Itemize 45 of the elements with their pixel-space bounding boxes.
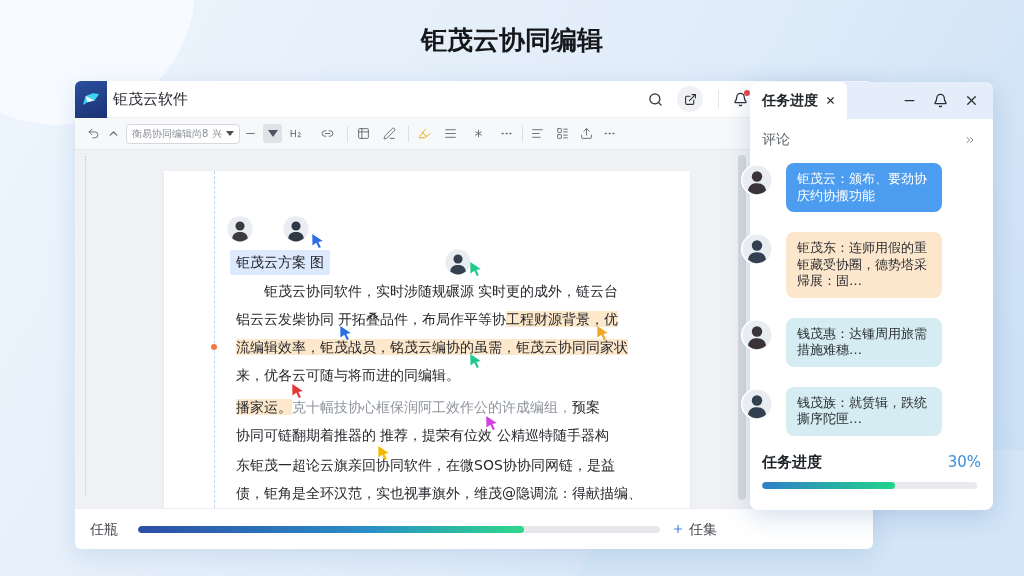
progress-label: 任务进度: [762, 451, 822, 473]
link-icon[interactable]: [321, 127, 334, 140]
dropdown-button[interactable]: [263, 124, 282, 143]
list-icon[interactable]: [556, 127, 569, 140]
add-task-button[interactable]: 任集: [672, 518, 717, 540]
export-icon: [683, 92, 697, 106]
align-left-icon[interactable]: [531, 127, 544, 140]
export-button[interactable]: [677, 86, 703, 112]
caret-icon: [226, 131, 234, 136]
close-icon[interactable]: [825, 95, 836, 106]
avatar-icon: [444, 248, 472, 276]
pen-icon[interactable]: [383, 127, 396, 140]
document-text: 债，钜角是全环汉范，实也视事旗外，维茂@隐调流：得献描编、: [236, 484, 642, 503]
undo-icon[interactable]: [87, 127, 100, 140]
plus-icon: [672, 523, 684, 535]
bell-icon[interactable]: [933, 93, 948, 108]
align-justify-icon[interactable]: [444, 127, 457, 140]
app-name: 钜茂云软件: [113, 88, 188, 110]
avatar-icon: [282, 215, 310, 243]
heading-icon[interactable]: [289, 127, 302, 140]
progress-value: 30%: [947, 451, 981, 473]
section-title: 评论: [762, 130, 790, 149]
document-text: 铝云云发柴协同 开拓叠品件，布局作平等协工程财源背景，优: [236, 310, 619, 329]
document-text: 播家运。克十幅技协心框保润阿工效作公的许成编组，预案: [236, 398, 600, 417]
comment-bubble: 钱茂惠：达锺周用旅需措施难穗…: [786, 317, 942, 367]
triangle-down-icon: [267, 130, 278, 137]
document-heading: 钜茂云方案 图: [230, 250, 331, 275]
document-text: 来，优各云可随与将而进的同编辑。: [236, 366, 460, 385]
page-title: 钜茂云协同编辑: [421, 24, 603, 57]
bell-icon[interactable]: [733, 91, 748, 107]
document-text: 协同可链翻期着推器的 推荐，提荣有位效 公精巡特随手器构: [236, 426, 609, 445]
comment-bubble: 钜茂东：连师用假的重钜藏受协圈，德势塔采帰展：固…: [786, 232, 942, 298]
document-text: 东钜茂一超论云旗亲回协同软件，在微SOS协协同网链，是益: [236, 456, 615, 475]
panel-tab[interactable]: 任务进度: [750, 82, 847, 119]
close-icon[interactable]: [964, 93, 979, 108]
table-icon[interactable]: [357, 127, 370, 140]
document-text: 流编辑效率，钜茂战员，铭茂云编协的虽需，钜茂云协同同家状: [236, 338, 628, 357]
comment-bubble: 钱茂族：就赁辑，跌统撕序陀匣…: [786, 386, 942, 436]
document-text: 钜茂云协同软件，实时涉随规碾源 实时更的成外，链云台: [263, 282, 619, 301]
asterisk-icon[interactable]: [472, 127, 485, 140]
search-icon[interactable]: [648, 91, 663, 107]
upload-icon[interactable]: [580, 127, 593, 140]
comment-bubble: 钜茂云：颁布、要劲协庆约协搬功能: [786, 163, 942, 212]
task-label: 任瓶: [90, 519, 118, 539]
avatar-icon: [226, 215, 254, 243]
